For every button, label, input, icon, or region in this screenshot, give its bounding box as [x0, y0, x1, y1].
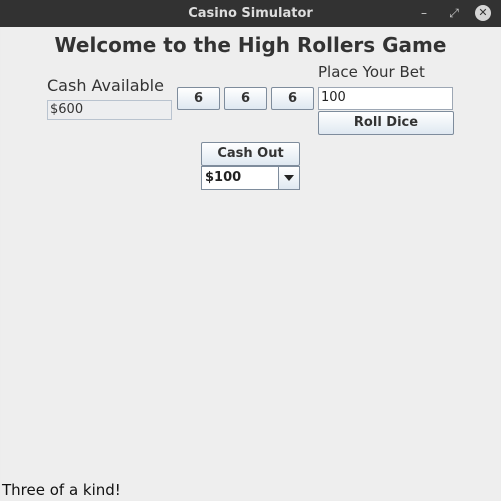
die-3-button[interactable]: 6 [271, 87, 314, 110]
die-2-button[interactable]: 6 [224, 87, 267, 110]
close-icon[interactable]: ✕ [475, 5, 491, 21]
chevron-down-icon[interactable] [278, 167, 299, 189]
die-1-button[interactable]: 6 [177, 87, 220, 110]
cash-out-button[interactable]: Cash Out [201, 142, 300, 166]
app-window: Casino Simulator – ⤢ ✕ Welcome to the Hi… [0, 0, 501, 501]
status-message: Three of a kind! [2, 481, 121, 499]
cash-out-amount-value: $100 [205, 170, 242, 185]
roll-dice-button[interactable]: Roll Dice [318, 111, 454, 135]
cash-available-label: Cash Available [47, 76, 164, 95]
page-title: Welcome to the High Rollers Game [54, 33, 447, 57]
maximize-icon[interactable]: ⤢ [445, 4, 463, 22]
minimize-icon[interactable]: – [415, 4, 433, 22]
place-bet-label: Place Your Bet [318, 63, 425, 81]
cash-available-field: $600 [47, 100, 172, 120]
bet-input[interactable]: 100 [318, 87, 453, 110]
cash-out-amount-select[interactable]: $100 [201, 166, 300, 190]
title-bar[interactable]: Casino Simulator – ⤢ ✕ [0, 0, 501, 27]
